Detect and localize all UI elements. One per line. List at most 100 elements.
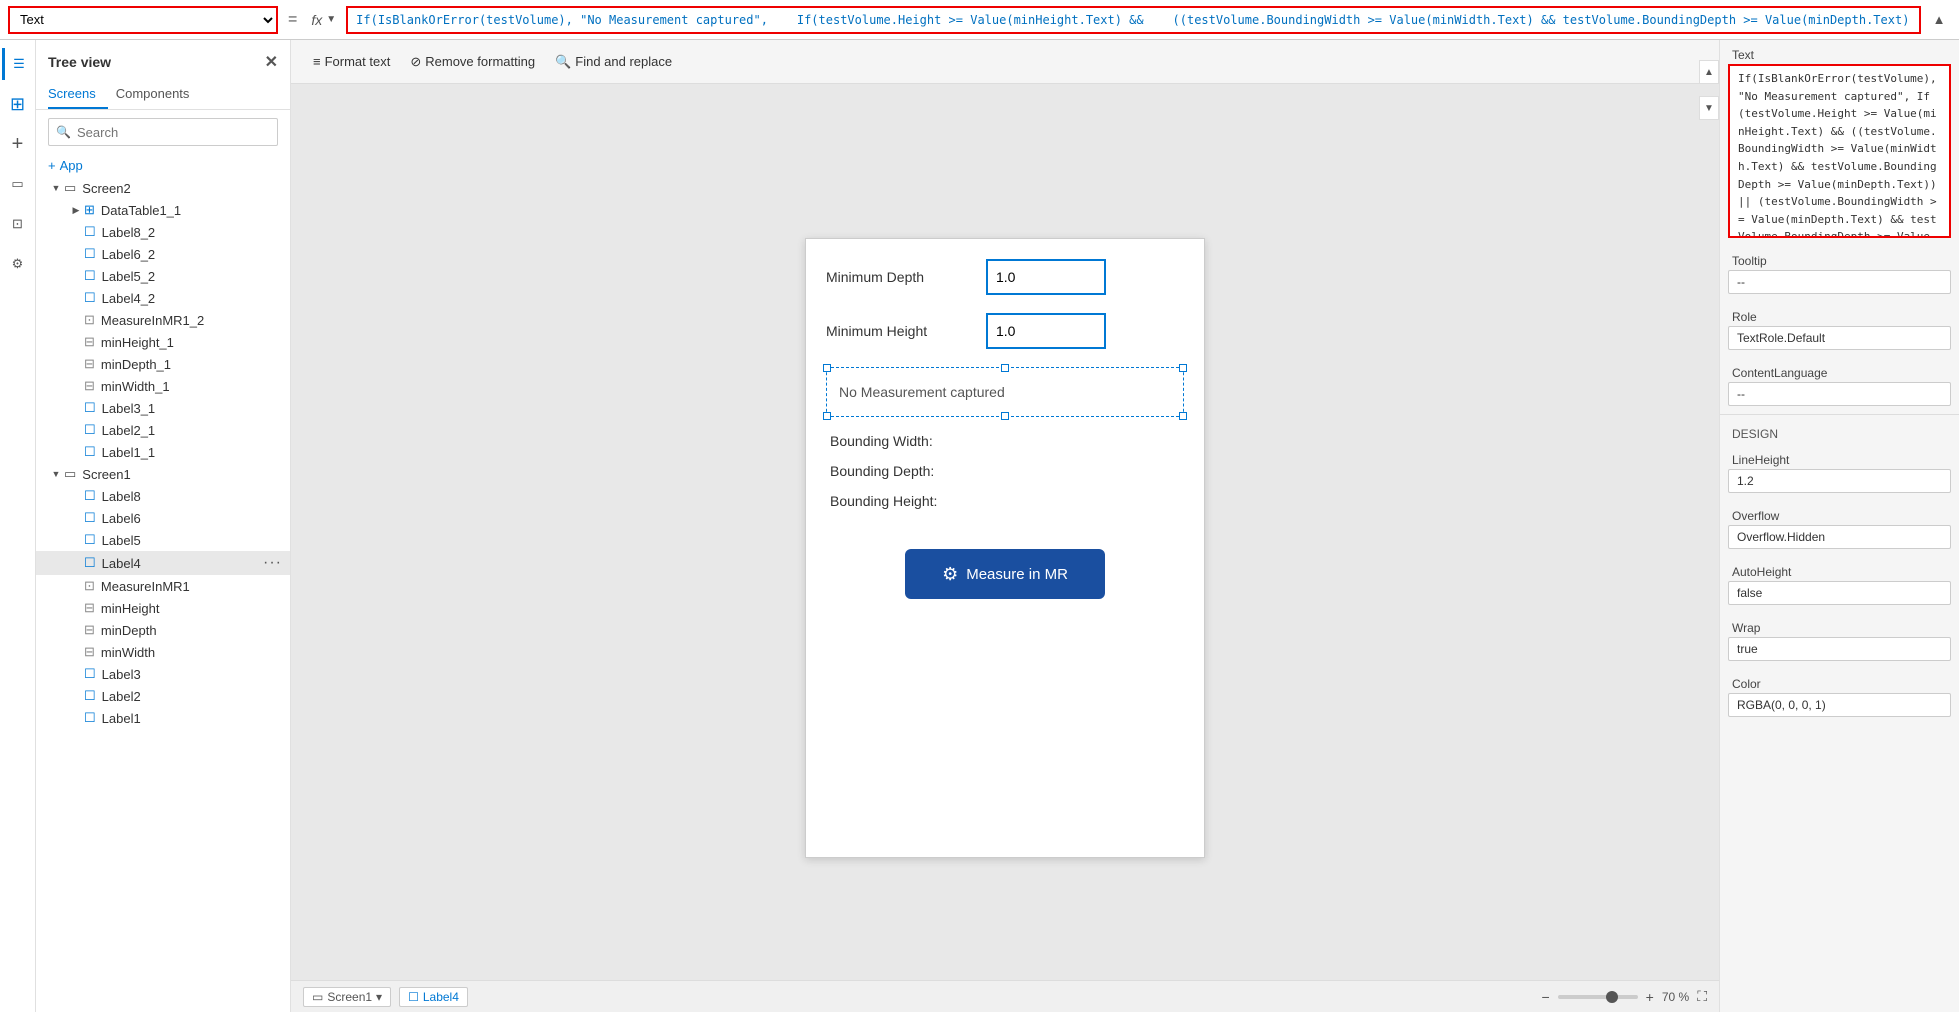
search-input[interactable] [48,118,278,146]
remove-formatting-icon: ⊘ [410,54,421,70]
more-btn-label4[interactable]: ··· [263,554,282,572]
sidebar-icon-component[interactable]: ⊡ [2,208,34,240]
autoheight-label: AutoHeight [1720,557,1959,581]
collapse-formula-btn[interactable]: ▲ [1927,8,1951,32]
design-divider [1720,414,1959,415]
label-label5: Label5 [102,533,282,548]
tree-item-screen2[interactable]: ▼ ▭ Screen2 [36,177,290,199]
tree-item-minwidth[interactable]: ⊟ minWidth [36,641,290,663]
tree-item-measureinmr1_2[interactable]: ⊡ MeasureInMR1_2 [36,309,290,331]
tree-item-label3[interactable]: ☐ Label3 [36,663,290,685]
tree-item-label5_2[interactable]: ☐ Label5_2 [36,265,290,287]
tree-item-label3_1[interactable]: ☐ Label3_1 [36,397,290,419]
screen-badge[interactable]: ▭ Screen1 ▾ [303,987,391,1007]
fullscreen-btn[interactable]: ⛶ [1697,988,1707,1005]
tree-item-label4[interactable]: ☐ Label4 ··· [36,551,290,575]
resize-handle-bl[interactable] [823,412,831,420]
tree-item-label6_2[interactable]: ☐ Label6_2 [36,243,290,265]
bounding-height-label: Bounding Height: [826,493,1184,509]
label-name: Label4 [423,990,459,1004]
tree-item-label4_2[interactable]: ☐ Label4_2 [36,287,290,309]
label-badge[interactable]: ☐ Label4 [399,987,468,1007]
resize-handle-bc[interactable] [1001,412,1009,420]
tree-item-label6[interactable]: ☐ Label6 [36,507,290,529]
resize-handle-tc[interactable] [1001,364,1009,372]
label-minheight_1: minHeight_1 [101,335,282,350]
lineheight-input[interactable]: 1.2 [1728,469,1951,493]
tree-item-label1[interactable]: ☐ Label1 [36,707,290,729]
zoom-plus-btn[interactable]: + [1646,989,1654,1005]
form-input-depth[interactable] [986,259,1106,295]
text-prop-wrapper: If(IsBlankOrError(testVolume), "No Measu… [1728,64,1951,238]
formula-input[interactable] [346,6,1921,34]
sidebar-icon-settings[interactable]: ⚙ [2,248,34,280]
tooltip-input[interactable]: -- [1728,270,1951,294]
tab-components[interactable]: Components [116,80,202,109]
zoom-slider[interactable] [1558,995,1638,999]
resize-handle-br[interactable] [1179,412,1187,420]
icon-label4: ☐ [84,555,96,571]
icon-label8_2: ☐ [84,224,96,240]
zoom-thumb[interactable] [1606,991,1618,1003]
tree-item-minheight[interactable]: ⊟ minHeight [36,597,290,619]
tree-item-label8[interactable]: ☐ Label8 [36,485,290,507]
tree-header: Tree view ✕ [36,40,290,80]
label-label4: Label4 [102,556,263,571]
tree-close-btn[interactable]: ✕ [265,52,278,72]
tree-item-mindepth[interactable]: ⊟ minDepth [36,619,290,641]
tree-item-screen1[interactable]: ▼ ▭ Screen1 [36,463,290,485]
add-app-btn[interactable]: + App [36,154,290,177]
tree-item-label1_1[interactable]: ☐ Label1_1 [36,441,290,463]
tree-item-datatable1_1[interactable]: ▶ ⊞ DataTable1_1 [36,199,290,221]
tree-item-minwidth_1[interactable]: ⊟ minWidth_1 [36,375,290,397]
expander-screen1[interactable]: ▼ [48,469,64,479]
icon-label5_2: ☐ [84,268,96,284]
equals-sign: = [284,11,301,29]
icon-minheight: ⊟ [84,600,95,616]
form-input-height[interactable] [986,313,1106,349]
find-replace-btn[interactable]: 🔍 Find and replace [545,50,682,74]
zoom-controls: − + 70 % ⛶ [1541,988,1707,1005]
remove-formatting-btn[interactable]: ⊘ Remove formatting [400,50,545,74]
icon-label2_1: ☐ [84,422,96,438]
tree-item-label5[interactable]: ☐ Label5 [36,529,290,551]
tree-items: ▼ ▭ Screen2 ▶ ⊞ DataTable1_1 ☐ Label8_2 … [36,177,290,1012]
icon-label6: ☐ [84,510,96,526]
tree-item-measureinmr1[interactable]: ⊡ MeasureInMR1 [36,575,290,597]
tree-item-minheight_1[interactable]: ⊟ minHeight_1 [36,331,290,353]
sidebar-icon-add[interactable]: + [2,128,34,160]
tree-title: Tree view [48,54,111,70]
add-icon: + [48,158,56,173]
tree-item-label2[interactable]: ☐ Label2 [36,685,290,707]
canvas-content: Minimum Depth Minimum Height No Measurem… [291,84,1719,1012]
icon-datatable1_1: ⊞ [84,202,95,218]
measure-label: Measure in MR [966,566,1068,583]
wrap-input[interactable]: true [1728,637,1951,661]
zoom-minus-btn[interactable]: − [1541,989,1549,1005]
tree-item-label8_2[interactable]: ☐ Label8_2 [36,221,290,243]
resize-handle-tr[interactable] [1179,364,1187,372]
sidebar-icon-tree[interactable]: ☰ [2,48,34,80]
tree-item-label2_1[interactable]: ☐ Label2_1 [36,419,290,441]
sidebar-icon-layers[interactable]: ⊞ [2,88,34,120]
role-input[interactable]: TextRole.Default [1728,326,1951,350]
tree-header-actions: ✕ [265,52,278,72]
format-text-btn[interactable]: ≡ Format text [303,50,400,73]
autoheight-input[interactable]: false [1728,581,1951,605]
tab-screens[interactable]: Screens [48,80,108,109]
tree-search-area: 🔍 [36,110,290,154]
content-language-input[interactable]: -- [1728,382,1951,406]
formula-property-select[interactable]: Text [8,6,278,34]
tree-item-mindepth_1[interactable]: ⊟ minDepth_1 [36,353,290,375]
sidebar-icon-mobile[interactable]: ▭ [2,168,34,200]
icon-label4_2: ☐ [84,290,96,306]
expander-screen2[interactable]: ▼ [48,183,64,193]
canvas-arrow-top[interactable]: ▲ [1699,60,1719,84]
expander-datatable1_1[interactable]: ▶ [68,205,84,216]
text-prop-content[interactable]: If(IsBlankOrError(testVolume), "No Measu… [1730,66,1949,236]
measure-btn[interactable]: ⚙ Measure in MR [905,549,1105,599]
resize-handle-tl[interactable] [823,364,831,372]
overflow-input[interactable]: Overflow.Hidden [1728,525,1951,549]
label4-box[interactable]: No Measurement captured [826,367,1184,417]
color-input[interactable]: RGBA(0, 0, 0, 1) [1728,693,1951,717]
